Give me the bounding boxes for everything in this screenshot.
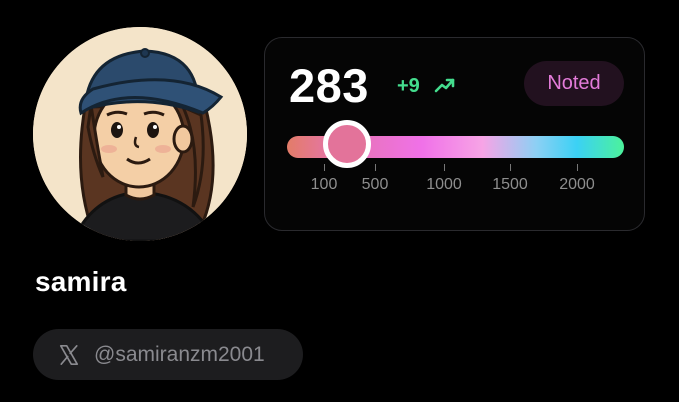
- status-badge-label: Noted: [547, 72, 601, 94]
- slider-tick-label: 1000: [426, 176, 462, 193]
- slider-tick: [375, 164, 376, 171]
- handle-text: @samiranzm2001: [94, 342, 265, 366]
- avatar: [33, 27, 247, 241]
- trend-up-icon: [434, 78, 455, 93]
- slider-tick: [510, 164, 511, 171]
- score-card: 283 +9 Noted 100 500 1000 1500 2000: [264, 37, 645, 231]
- score-value: 283: [289, 59, 369, 112]
- slider-tick-label: 100: [310, 176, 338, 193]
- username: samira: [35, 266, 127, 297]
- score-slider-thumb[interactable]: [323, 120, 372, 168]
- avatar-illustration: [33, 27, 247, 241]
- slider-tick: [444, 164, 445, 171]
- social-handle-pill[interactable]: @samiranzm2001: [33, 329, 303, 380]
- slider-tick: [324, 164, 325, 171]
- score-delta: +9: [397, 75, 420, 97]
- slider-tick-label: 2000: [559, 176, 595, 193]
- score-slider-track[interactable]: [287, 120, 624, 168]
- x-logo-icon: [58, 344, 80, 366]
- status-badge[interactable]: Noted: [524, 61, 624, 106]
- slider-tick-label: 1500: [492, 176, 528, 193]
- slider-tick-label: 500: [361, 176, 389, 193]
- slider-tick: [577, 164, 578, 171]
